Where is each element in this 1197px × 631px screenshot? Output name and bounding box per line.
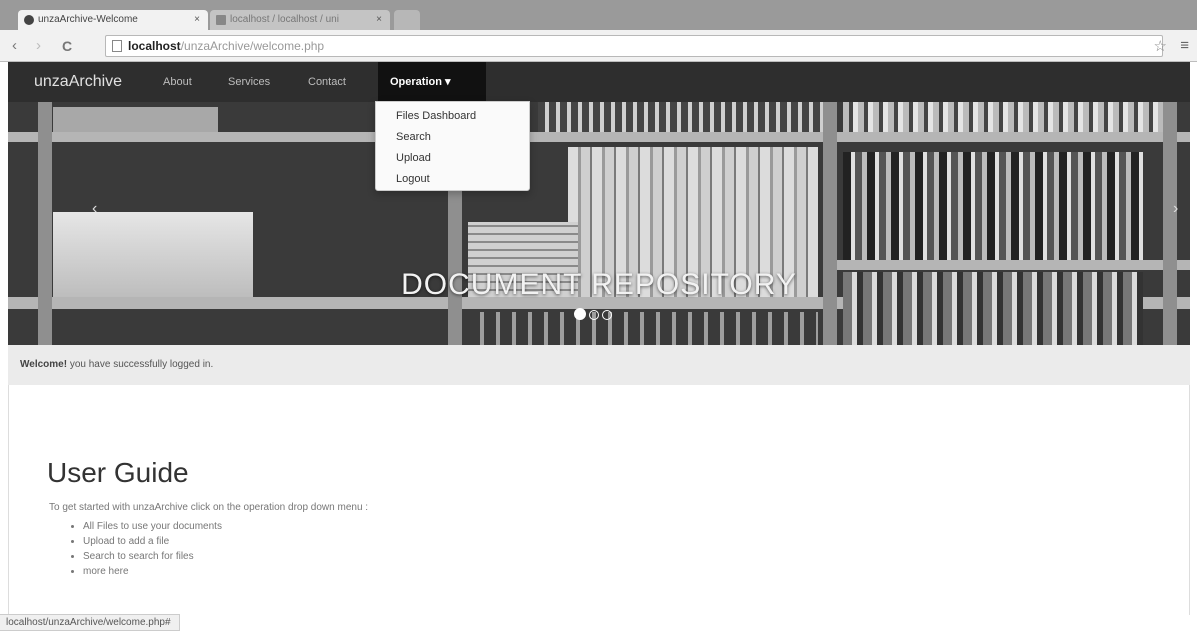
carousel-next-icon[interactable]: › (1173, 200, 1178, 218)
close-tab-icon[interactable]: × (376, 10, 382, 30)
nav-services[interactable]: Services (228, 62, 270, 102)
browser-menu-icon[interactable]: ≡ (1180, 37, 1189, 54)
books-image (538, 102, 823, 132)
binder-image (53, 107, 218, 132)
nav-about[interactable]: About (163, 62, 192, 102)
menu-item-logout[interactable]: Logout (376, 169, 529, 190)
guide-list: All Files to use your documents Upload t… (75, 519, 222, 579)
list-item: more here (83, 564, 222, 579)
carousel-indicator-3[interactable] (602, 310, 612, 320)
favicon-icon (216, 15, 226, 25)
page-icon (112, 40, 122, 52)
new-tab-button[interactable] (394, 10, 420, 30)
carousel-caption: DOCUMENT REPOSITORY (401, 268, 797, 301)
operation-dropdown-menu: Files Dashboard Search Upload Logout (375, 101, 530, 191)
favicon-icon (24, 15, 34, 25)
tab-title: localhost / localhost / uni (230, 14, 339, 25)
page-title: User Guide (47, 457, 189, 488)
address-bar[interactable]: localhost/unzaArchive/welcome.php (105, 35, 1163, 57)
reload-icon[interactable]: C (62, 37, 72, 55)
menu-item-search[interactable]: Search (376, 127, 529, 148)
shelf-post (823, 102, 837, 345)
guide-intro: To get started with unzaArchive click on… (49, 502, 369, 513)
welcome-text: you have successfully logged in. (67, 359, 214, 370)
browser-status-bar: localhost/unzaArchive/welcome.php# (0, 614, 180, 631)
shelf-post (1163, 102, 1177, 345)
forward-icon[interactable]: › (36, 37, 41, 55)
tab-title: unzaArchive-Welcome (38, 14, 138, 25)
shelf-board (8, 132, 1190, 142)
shelf-post (38, 102, 52, 345)
tab-unzaarchive-welcome[interactable]: unzaArchive-Welcome × (18, 10, 208, 30)
carousel-indicator-1[interactable] (574, 308, 586, 320)
books-image (843, 152, 1143, 260)
nav-contact[interactable]: Contact (308, 62, 346, 102)
brand-link[interactable]: unzaArchive (34, 62, 122, 102)
carousel-indicators (574, 307, 615, 325)
site-navbar: unzaArchive About Services Contact Opera… (8, 62, 1190, 102)
carousel-indicator-2[interactable] (589, 310, 599, 320)
list-item: All Files to use your documents (83, 519, 222, 534)
browser-tab-bar: unzaArchive-Welcome × localhost / localh… (0, 0, 1197, 30)
nav-operation-dropdown[interactable]: Operation ▾ (378, 62, 486, 102)
menu-item-files-dashboard[interactable]: Files Dashboard (376, 106, 529, 127)
main-content: User Guide To get started with unzaArchi… (8, 385, 1190, 615)
books-image (468, 312, 818, 345)
url-path: /unzaArchive/welcome.php (180, 39, 325, 53)
back-icon[interactable]: ‹ (12, 37, 17, 55)
hero-carousel: ‹ › DOCUMENT REPOSITORY (8, 102, 1190, 345)
welcome-bold: Welcome! (20, 359, 68, 370)
carousel-prev-icon[interactable]: ‹ (92, 200, 97, 218)
books-image (843, 102, 1163, 132)
close-tab-icon[interactable]: × (194, 10, 200, 30)
menu-item-upload[interactable]: Upload (376, 148, 529, 169)
welcome-alert: Welcome! you have successfully logged in… (8, 345, 1190, 385)
url-host: localhost (128, 39, 181, 53)
tab-localhost[interactable]: localhost / localhost / uni × (210, 10, 390, 30)
browser-toolbar: ‹ › C localhost/unzaArchive/welcome.php … (0, 30, 1197, 62)
list-item: Upload to add a file (83, 534, 222, 549)
list-item: Search to search for files (83, 549, 222, 564)
bookmark-star-icon[interactable]: ☆ (1154, 37, 1167, 55)
